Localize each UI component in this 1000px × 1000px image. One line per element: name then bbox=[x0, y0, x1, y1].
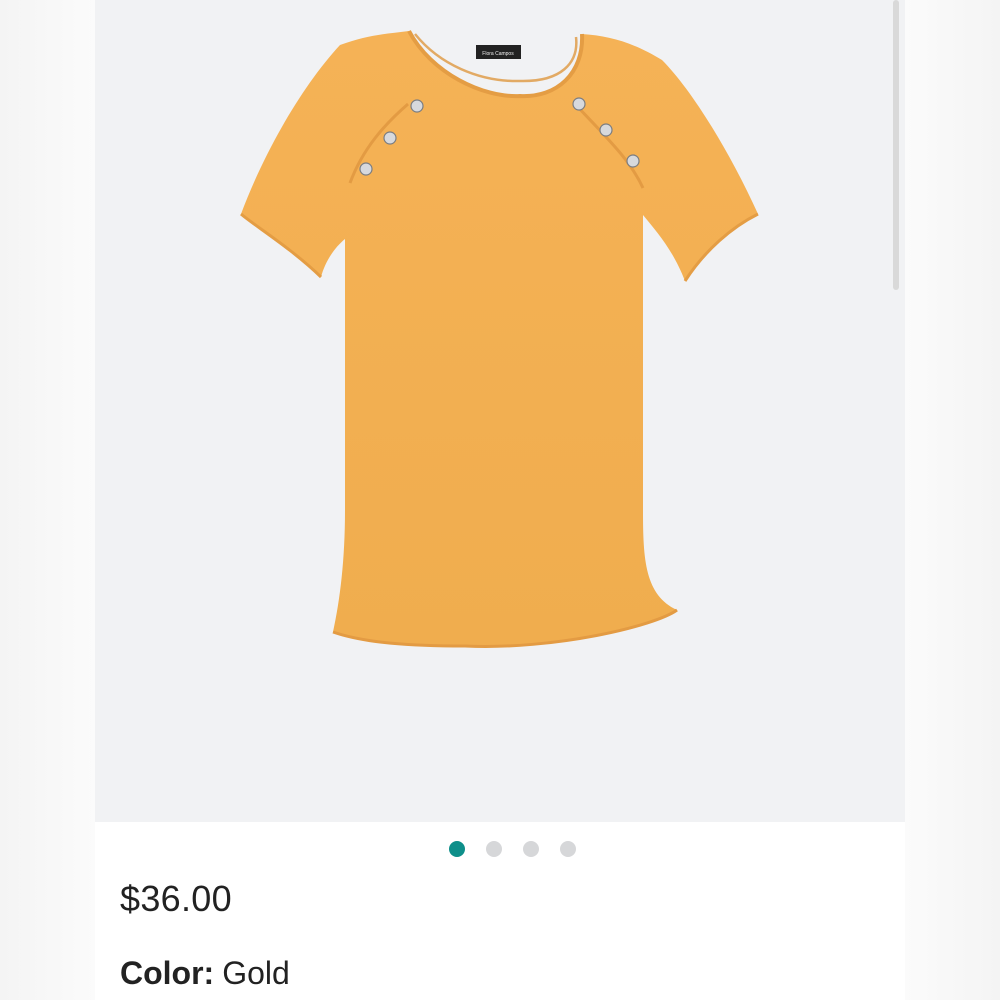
shirt-body bbox=[241, 31, 758, 647]
color-value: Gold bbox=[222, 955, 290, 991]
button-icon bbox=[410, 99, 424, 113]
button-icon bbox=[599, 123, 613, 137]
carousel-dot-4[interactable] bbox=[559, 841, 576, 857]
brand-label-text: Flora Campos bbox=[482, 51, 514, 57]
product-page: Flora Campos $36.00 Color: Gold bbox=[0, 0, 1000, 1000]
button-icon bbox=[626, 154, 640, 168]
product-image-area[interactable]: Flora Campos bbox=[95, 0, 905, 822]
carousel-dot-1[interactable] bbox=[448, 841, 465, 857]
carousel-dots bbox=[95, 841, 905, 857]
scrollbar-thumb[interactable] bbox=[893, 0, 899, 290]
product-price: $36.00 bbox=[120, 878, 232, 919]
button-icon bbox=[572, 97, 586, 111]
color-label: Color: bbox=[120, 955, 215, 991]
carousel-dot-3[interactable] bbox=[522, 841, 539, 857]
product-card: Flora Campos $36.00 Color: Gold bbox=[95, 0, 905, 1000]
product-image[interactable]: Flora Campos bbox=[95, 0, 905, 822]
color-row: Color: Gold bbox=[120, 955, 290, 992]
button-icon bbox=[359, 162, 373, 176]
carousel-dot-2[interactable] bbox=[485, 841, 502, 857]
button-icon bbox=[383, 131, 397, 145]
